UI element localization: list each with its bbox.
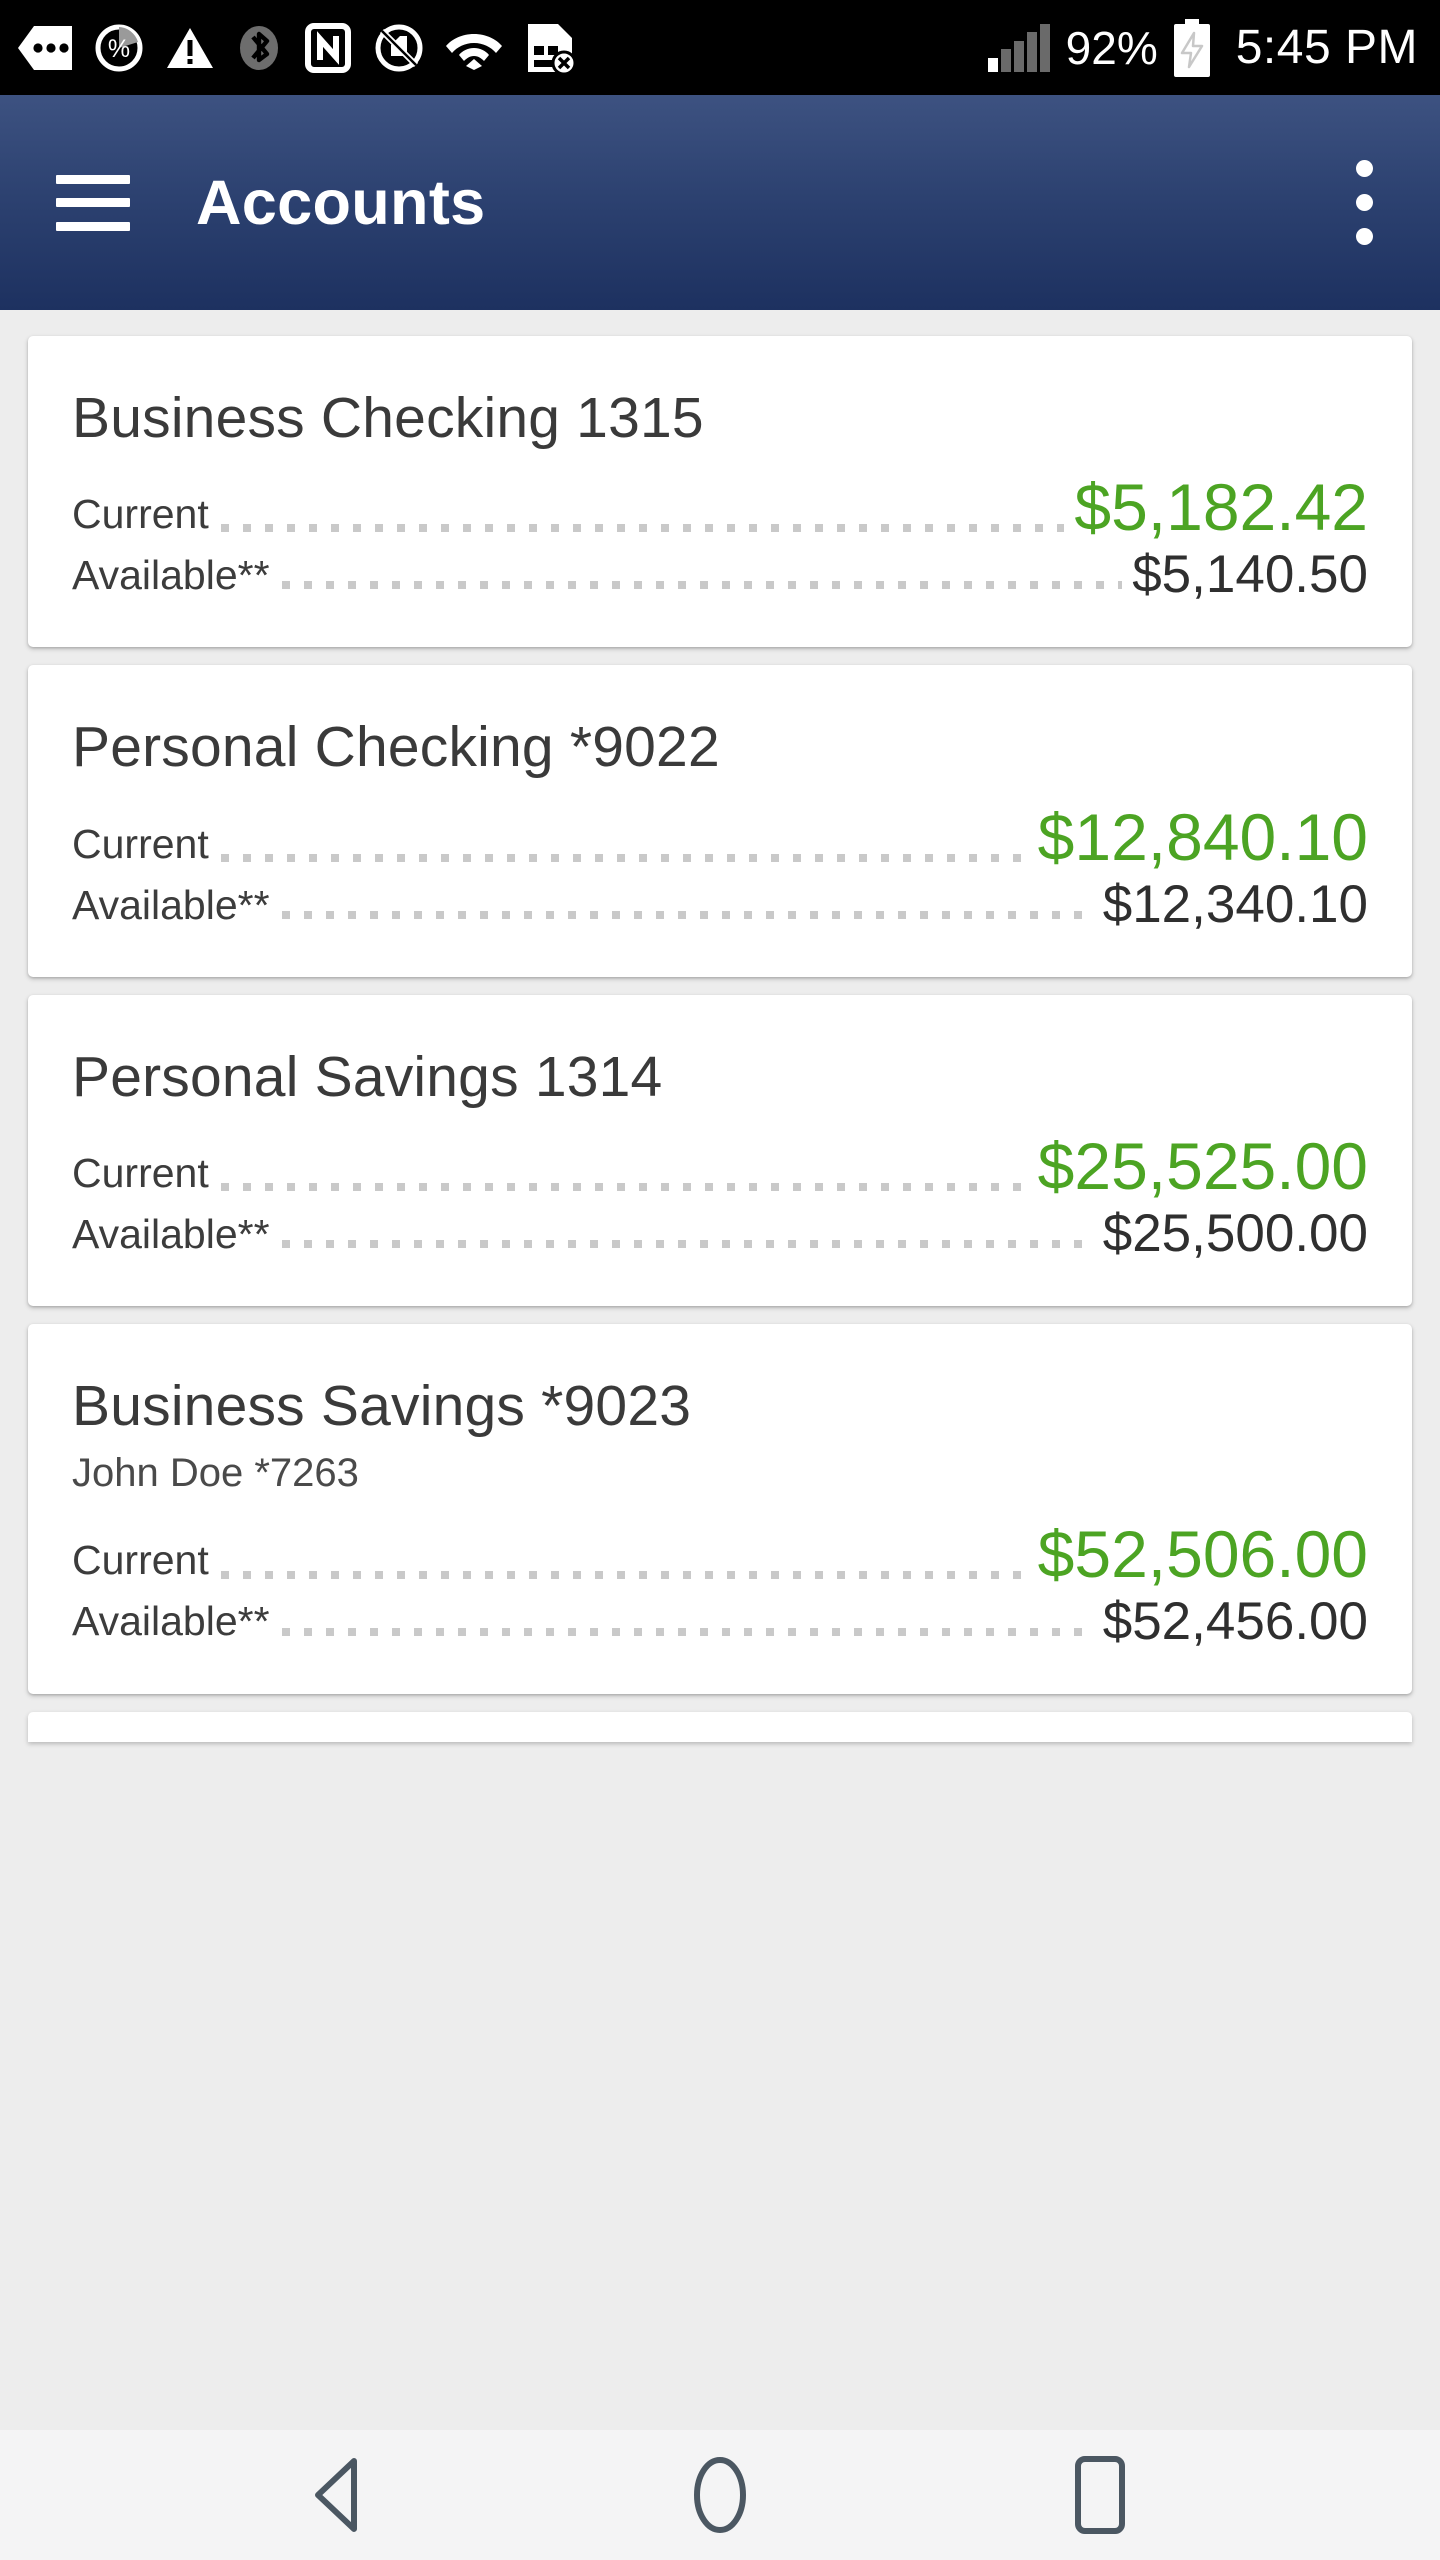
current-balance-row: Current $25,525.00 [72,1133,1368,1201]
status-bar-system-icons: 92% 5:45 PM [987,18,1418,77]
account-card-partial[interactable] [28,1711,1412,1742]
back-icon[interactable] [265,2430,415,2560]
account-title: Business Savings *9023 [72,1374,692,1439]
available-balance-amount: $52,456.00 [1102,1591,1368,1651]
account-card[interactable]: Personal Savings 1314 Current $25,525.00… [28,994,1412,1307]
current-balance-label: Current [72,1149,209,1196]
dotted-leader [281,1240,1093,1249]
current-balance-amount: $25,525.00 [1037,1129,1368,1204]
available-balance-row: Available** $25,500.00 [72,1207,1368,1262]
cellular-signal-icon [987,23,1050,72]
recents-icon[interactable] [1025,2430,1175,2560]
available-balance-amount: $12,340.10 [1102,874,1368,934]
current-balance-row: Current $52,506.00 [72,1521,1368,1589]
accounts-list[interactable]: Business Checking 1315 Current $5,182.42… [0,310,1440,2430]
dotted-leader [281,910,1093,919]
current-balance-row: Current $12,840.10 [72,804,1368,872]
available-balance-row: Available** $52,456.00 [72,1595,1368,1650]
account-title: Personal Checking *9022 [72,715,720,780]
warning-triangle-icon [167,27,213,68]
svg-text:%: % [108,35,130,63]
dotted-leader [220,853,1028,862]
data-percent-icon: % [95,24,143,71]
current-balance-amount: $12,840.10 [1037,799,1368,874]
balance-rows: Current $5,182.42 Available** $5,140.50 [72,474,1368,603]
account-card[interactable]: Business Savings *9023 John Doe *7263 Cu… [28,1324,1412,1694]
account-subtitle: John Doe *7263 [72,1450,359,1495]
current-balance-label: Current [72,491,209,538]
more-notifications-icon [18,25,72,70]
status-bar-notification-icons: % [18,22,576,74]
dotted-leader [220,524,1065,533]
overflow-menu-icon[interactable] [1332,143,1396,263]
available-balance-label: Available** [72,881,270,928]
account-card[interactable]: Business Checking 1315 Current $5,182.42… [28,336,1412,648]
available-balance-row: Available** $5,140.50 [72,548,1368,603]
no-sim-icon [375,24,423,71]
balance-rows: Current $25,525.00 Available** $25,500.0… [72,1133,1368,1262]
bluetooth-icon [240,25,278,70]
dotted-leader [281,1627,1093,1636]
hamburger-menu-icon[interactable] [56,174,130,231]
account-card[interactable]: Personal Checking *9022 Current $12,840.… [28,665,1412,977]
available-balance-label: Available** [72,552,270,599]
status-bar: % 92% 5:45 PM [0,0,1440,95]
available-balance-row: Available** $12,340.10 [72,878,1368,933]
nfc-icon [305,22,351,73]
app-bar: Accounts [0,95,1440,310]
balance-rows: Current $12,840.10 Available** $12,340.1… [72,804,1368,933]
current-balance-label: Current [72,820,209,867]
available-balance-label: Available** [72,1598,270,1645]
home-icon[interactable] [645,2430,795,2560]
account-title: Personal Savings 1314 [72,1044,663,1109]
current-balance-label: Current [72,1537,209,1584]
wifi-icon [446,33,502,70]
available-balance-amount: $5,140.50 [1132,545,1368,605]
balance-rows: Current $52,506.00 Available** $52,456.0… [72,1521,1368,1650]
dotted-leader [281,581,1123,590]
dotted-leader [220,1570,1028,1579]
current-balance-amount: $5,182.42 [1074,470,1368,545]
current-balance-row: Current $5,182.42 [72,474,1368,542]
battery-charging-icon [1173,18,1210,77]
available-balance-amount: $25,500.00 [1102,1204,1368,1264]
dotted-leader [220,1183,1028,1192]
account-title: Business Checking 1315 [72,386,704,450]
sd-card-error-icon [528,23,576,74]
system-navigation-bar [0,2430,1440,2560]
clock-label: 5:45 PM [1235,20,1418,74]
battery-percent-label: 92% [1065,21,1158,74]
current-balance-amount: $52,506.00 [1037,1516,1368,1591]
page-title: Accounts [196,167,486,238]
available-balance-label: Available** [72,1210,270,1257]
